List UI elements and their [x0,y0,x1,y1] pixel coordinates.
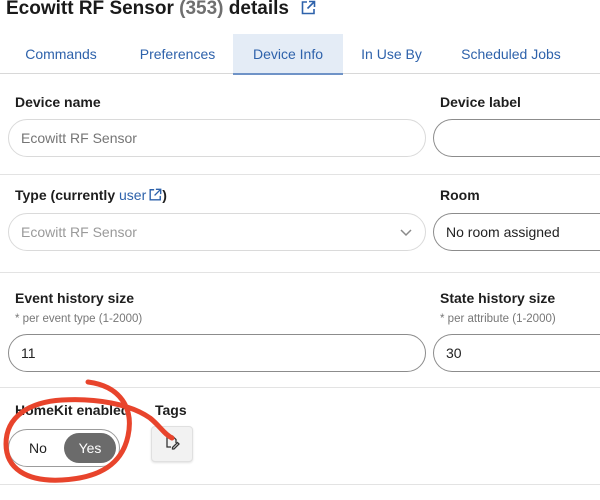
external-link-icon[interactable] [300,0,316,22]
type-user-link[interactable]: user [119,187,146,203]
event-history-hint: * per event type (1-2000) [15,313,143,325]
device-label-label: Device label [440,94,521,110]
type-select-value: Ecowitt RF Sensor [21,224,137,240]
edit-tag-icon [164,434,180,455]
tags-label: Tags [155,402,187,418]
device-name-label: Device name [15,94,101,110]
title-suffix: details [228,0,289,19]
state-history-label: State history size [440,290,556,306]
type-label: Type (currently user) [15,187,167,205]
type-select[interactable]: Ecowitt RF Sensor [8,213,426,251]
tab-scheduled-jobs[interactable]: Scheduled Jobs [440,34,582,74]
tab-preferences[interactable]: Preferences [122,34,233,74]
device-label-input[interactable] [433,119,600,157]
homekit-label: HomeKit enabled [15,402,130,418]
external-link-icon[interactable] [148,188,162,205]
section-divider [0,272,600,273]
edit-tags-button[interactable] [151,426,193,462]
type-label-close: ) [162,187,167,203]
section-divider [0,484,600,485]
homekit-yes-option[interactable]: Yes [64,433,116,463]
chevron-down-icon [399,214,413,250]
room-label: Room [440,187,480,203]
state-history-hint: * per attribute (1-2000) [440,313,556,325]
room-select[interactable]: No room assigned [433,213,600,251]
tab-commands[interactable]: Commands [0,34,122,74]
type-label-text: Type (currently [15,187,116,203]
device-id: (353) [179,0,224,19]
homekit-no-option[interactable]: No [29,430,47,466]
tab-in-use-by[interactable]: In Use By [343,34,440,74]
device-name-input[interactable] [8,119,426,157]
page-title: Ecowitt RF Sensor (353) details [6,0,316,22]
section-divider [0,387,600,388]
device-name-title: Ecowitt RF Sensor [6,0,174,19]
tab-bar: Commands Preferences Device Info In Use … [0,34,600,75]
state-history-input[interactable]: 30 [433,334,600,372]
section-divider [0,174,600,175]
event-history-label: Event history size [15,290,135,306]
event-history-input[interactable]: 11 [8,334,426,372]
tab-device-info[interactable]: Device Info [233,34,343,75]
homekit-toggle[interactable]: No Yes [8,429,120,467]
